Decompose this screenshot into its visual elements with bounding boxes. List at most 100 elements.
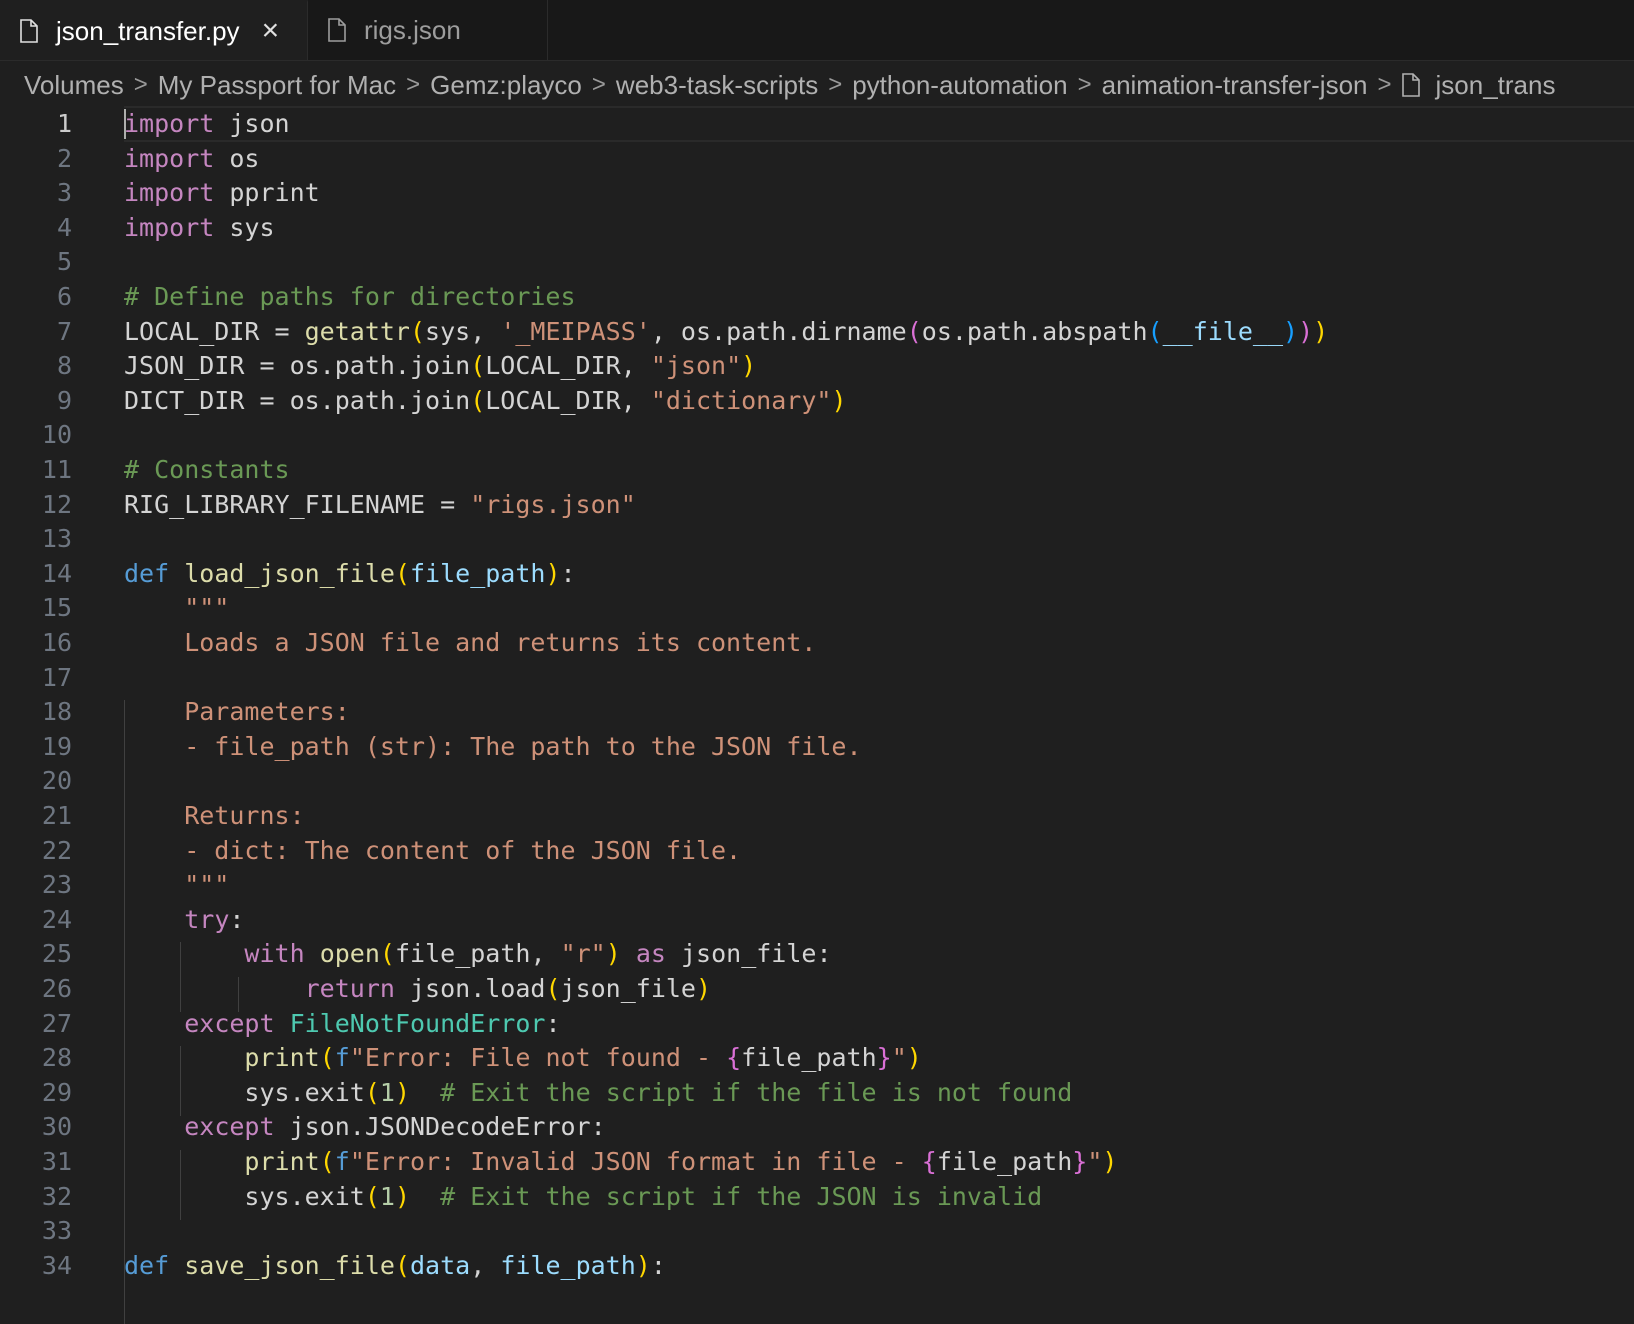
code-line[interactable]: 19 - file_path (str): The path to the JS… [0,729,1634,765]
code-text: import sys [124,212,275,242]
breadcrumb-item-my-passport[interactable]: My Passport for Mac [158,70,396,101]
line-number: 29 [41,1077,72,1107]
code-line[interactable]: 13 [0,521,1634,557]
tab-rigs-json[interactable]: rigs.json [308,0,548,60]
code-line[interactable]: 26 return json.load(json_file) [0,971,1634,1007]
code-line[interactable]: 21 Returns: [0,798,1634,834]
breadcrumb: Volumes > My Passport for Mac > Gemz:pla… [0,62,1634,108]
code-line[interactable]: 4 import sys [0,210,1634,246]
file-icon [20,19,38,43]
line-number: 15 [41,593,72,623]
tab-label: json_transfer.py [56,15,240,46]
line-number: 17 [41,662,72,692]
line-number: 4 [56,212,72,242]
code-text: with open(file_path, "r") as json_file: [244,939,832,969]
line-number: 27 [41,1008,72,1038]
code-text: sys.exit(1) # Exit the script if the fil… [124,1077,1073,1107]
line-number: 3 [56,178,72,208]
code-line[interactable]: 3 import pprint [0,175,1634,211]
code-line[interactable]: 32 sys.exit(1) # Exit the script if the … [0,1179,1634,1215]
line-number: 7 [56,316,72,346]
line-number: 2 [56,143,72,173]
code-text: DICT_DIR = os.path.join(LOCAL_DIR, "dict… [124,385,847,415]
line-number: 13 [41,524,72,554]
line-number: 25 [41,939,72,969]
line-number: 10 [41,420,72,450]
code-line[interactable]: 15 """ [0,590,1634,626]
line-number: 20 [41,766,72,796]
code-line[interactable]: 28 print(f"Error: File not found - {file… [0,1040,1634,1076]
line-number: 19 [41,731,72,761]
line-number: 21 [41,801,72,830]
code-text: LOCAL_DIR = getattr(sys, '_MEIPASS', os.… [124,316,1329,346]
tab-json-transfer[interactable]: json_transfer.py × [0,0,308,60]
code-line[interactable]: 23 """ [0,867,1634,903]
breadcrumb-item-python-automation[interactable]: python-automation [852,70,1067,101]
line-number: 11 [41,455,72,484]
chevron-right-icon: > [828,71,843,98]
code-text: import os [124,143,260,173]
code-line[interactable]: 30 except json.JSONDecodeError: [0,1109,1634,1145]
line-number: 33 [41,1216,72,1246]
code-line[interactable]: 9 DICT_DIR = os.path.join(LOCAL_DIR, "dic… [0,383,1634,419]
code-line[interactable]: 14 def load_json_file(file_path): [0,556,1634,592]
code-line[interactable]: 7 LOCAL_DIR = getattr(sys, '_MEIPASS', os… [0,314,1634,350]
code-line[interactable]: 33 [0,1213,1634,1249]
tab-bar: json_transfer.py × rigs.json [0,0,1634,61]
code-text: - dict: The content of the JSON file. [124,835,742,865]
breadcrumb-item-file[interactable]: json_trans [1401,69,1556,101]
code-line[interactable]: 34 def save_json_file(data, file_path): [0,1248,1634,1284]
chevron-right-icon: > [1077,71,1092,98]
line-number: 9 [56,385,72,415]
line-number: 18 [41,697,72,727]
line-number: 23 [41,870,72,900]
code-line[interactable]: 10 [0,417,1634,453]
line-number: 12 [41,489,72,519]
breadcrumb-file-label: json_trans [1435,69,1556,100]
line-number: 32 [41,1181,72,1211]
code-line[interactable]: 25 with open(file_path, "r") as json_fil… [0,936,1634,972]
breadcrumb-item-web3-task-scripts[interactable]: web3-task-scripts [616,70,818,101]
code-line[interactable]: 24 try: [0,902,1634,938]
code-text: - file_path (str): The path to the JSON … [124,731,862,761]
line-number: 5 [56,247,72,277]
line-number: 14 [41,558,72,588]
code-line[interactable]: 6 # Define paths for directories [0,279,1634,315]
code-line[interactable]: 18 Parameters: [0,694,1634,730]
code-line[interactable]: 8 JSON_DIR = os.path.join(LOCAL_DIR, "jso… [0,348,1634,384]
code-text: Parameters: [124,697,350,727]
tab-label: rigs.json [364,14,461,45]
line-number: 22 [41,835,72,865]
code-text: except FileNotFoundError: [184,1008,561,1038]
breadcrumb-item-animation-transfer-json[interactable]: animation-transfer-json [1102,70,1368,101]
code-line[interactable]: 17 [0,660,1634,696]
chevron-right-icon: > [406,71,421,98]
line-number: 16 [41,628,72,657]
line-number: 28 [41,1043,72,1073]
code-line[interactable]: 1 import json [0,106,1634,142]
code-line[interactable]: 5 [0,244,1634,280]
line-number: 8 [56,351,72,381]
code-line[interactable]: 27 except FileNotFoundError: [0,1006,1634,1042]
code-line[interactable]: 11 # Constants [0,452,1634,488]
code-text: return json.load(json_file) [304,974,712,1003]
breadcrumb-item-volumes[interactable]: Volumes [24,70,124,101]
code-editor[interactable]: 1 import json 2 import os 3 import pprint 4 imp… [0,106,1634,1324]
code-line[interactable]: 16 Loads a JSON file and returns its con… [0,625,1634,661]
code-text: def save_json_file(data, file_path): [124,1250,666,1280]
code-line[interactable]: 12 RIG_LIBRARY_FILENAME = "rigs.json" [0,487,1634,523]
line-number: 24 [41,904,72,934]
code-line[interactable]: 31 print(f"Error: Invalid JSON format in… [0,1144,1634,1180]
breadcrumb-item-gemz[interactable]: Gemz:playco [430,70,582,101]
code-line[interactable]: 20 [0,763,1634,799]
close-icon[interactable]: × [262,16,280,46]
code-text: print(f"Error: File not found - {file_pa… [244,1043,922,1073]
line-number: 1 [56,109,72,138]
code-text: except json.JSONDecodeError: [184,1112,606,1142]
line-number: 26 [41,974,72,1003]
code-line[interactable]: 2 import os [0,141,1634,177]
code-line[interactable]: 29 sys.exit(1) # Exit the script if the … [0,1075,1634,1111]
code-text: Loads a JSON file and returns its conten… [124,628,817,657]
code-line[interactable]: 22 - dict: The content of the JSON file. [0,833,1634,869]
text-cursor [124,109,126,139]
